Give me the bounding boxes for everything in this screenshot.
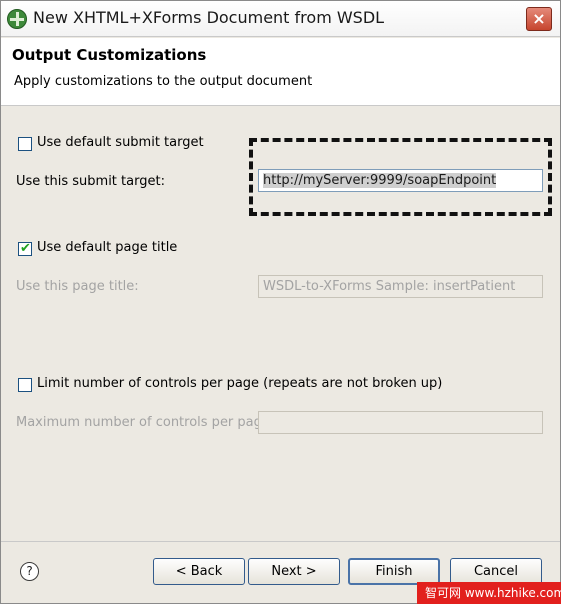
page-title-input[interactable]: WSDL-to-XForms Sample: insertPatient [258, 275, 543, 298]
default-submit-target-checkbox[interactable] [18, 137, 32, 151]
max-controls-label: Maximum number of controls per page: [16, 415, 275, 430]
help-icon[interactable]: ? [20, 562, 39, 581]
dialog-window: New XHTML+XForms Document from WSDL × Ou… [0, 0, 561, 604]
title-bar: New XHTML+XForms Document from WSDL × [1, 1, 560, 37]
close-button[interactable]: × [526, 7, 552, 31]
default-page-title-checkbox[interactable]: ✔ [18, 241, 32, 256]
default-submit-target-label[interactable]: Use default submit target [37, 135, 204, 150]
submit-target-label: Use this submit target: [16, 174, 165, 189]
page-description: Apply customizations to the output docum… [14, 74, 313, 89]
max-controls-input[interactable] [258, 411, 543, 434]
checkmark-icon: ✔ [20, 241, 31, 256]
window-title: New XHTML+XForms Document from WSDL [33, 8, 385, 27]
app-icon [7, 9, 27, 29]
back-button[interactable]: < Back [153, 558, 245, 585]
page-title-label: Use this page title: [16, 279, 139, 294]
wizard-header: Output Customizations Apply customizatio… [1, 38, 560, 106]
watermark-banner: 智可网 www.hzhike.com [417, 582, 561, 604]
limit-controls-checkbox[interactable] [18, 378, 32, 392]
footer-divider [1, 541, 560, 542]
page-title: Output Customizations [12, 46, 207, 64]
highlight-dashed-box [249, 138, 552, 216]
default-page-title-label[interactable]: Use default page title [37, 240, 177, 255]
finish-button[interactable]: Finish [348, 558, 440, 585]
cancel-button[interactable]: Cancel [450, 558, 542, 585]
limit-controls-label[interactable]: Limit number of controls per page (repea… [37, 376, 442, 391]
next-button[interactable]: Next > [248, 558, 340, 585]
